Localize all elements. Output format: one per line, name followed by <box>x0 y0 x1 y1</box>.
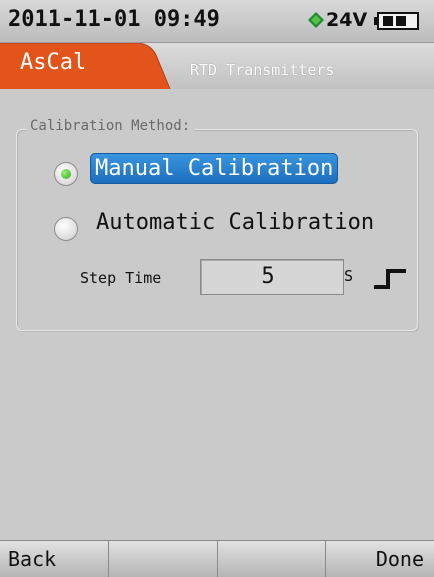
softkey-bar: Back Done <box>0 540 434 577</box>
screen: 2011-11-01 09:49 24V AsCal RTD Transmitt… <box>0 0 434 577</box>
battery-icon <box>374 12 419 30</box>
done-button[interactable]: Done <box>326 540 434 577</box>
step-time-unit: S <box>344 267 354 285</box>
datetime: 2011-11-01 09:49 <box>8 7 220 32</box>
back-label: Back <box>8 547 57 571</box>
done-label: Done <box>375 547 424 571</box>
option-manual-calibration[interactable]: Manual Calibration <box>90 153 339 184</box>
radio-selected-dot <box>61 169 71 179</box>
step-time-value: 5 <box>261 264 275 289</box>
tab-row: AsCal RTD Transmitters <box>0 43 434 89</box>
main-panel: Calibration Method: Manual Calibration A… <box>0 89 434 540</box>
tab-ascal[interactable]: AsCal <box>20 50 86 75</box>
page-subtitle: RTD Transmitters <box>190 61 335 79</box>
softkey-3[interactable] <box>217 540 327 577</box>
back-button[interactable]: Back <box>0 540 109 577</box>
step-signal-icon <box>374 269 406 289</box>
step-time-label: Step Time <box>80 269 162 287</box>
softkey-2[interactable] <box>108 540 218 577</box>
status-bar: 2011-11-01 09:49 24V <box>0 0 434 43</box>
radio-automatic-calibration[interactable] <box>54 217 78 241</box>
voltage-label: 24V <box>326 9 368 31</box>
step-time-input[interactable]: 5 <box>200 259 344 295</box>
supply-diamond-icon <box>308 12 324 28</box>
radio-manual-calibration[interactable] <box>54 162 78 186</box>
option-automatic-calibration[interactable]: Automatic Calibration <box>96 210 374 235</box>
group-label: Calibration Method: <box>26 118 195 134</box>
